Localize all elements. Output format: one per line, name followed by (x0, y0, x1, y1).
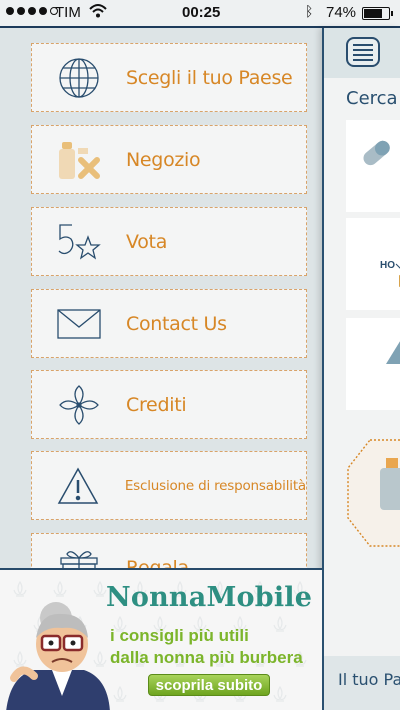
menu-item-label: Negozio (126, 148, 201, 171)
pill-icon (363, 140, 390, 166)
menu-item-label: Vota (126, 230, 168, 253)
granny-mascot-illustration (6, 602, 110, 710)
envelope-icon (57, 308, 101, 339)
signal-strength-icon (6, 7, 58, 15)
battery-percentage: 74% (326, 4, 357, 21)
bluetooth-icon: ᛒ (305, 3, 314, 19)
category-card[interactable]: HO (346, 218, 400, 310)
menu-item-credits[interactable]: Crediti (31, 370, 307, 439)
ad-banner[interactable]: NonnaMobile i consigli più utili dalla n… (0, 568, 322, 710)
wifi-icon (89, 4, 107, 18)
menu-item-label: Crediti (126, 393, 187, 416)
menu-item-disclaimer[interactable]: Esclusione di responsabilità (31, 451, 307, 520)
molecule-icon (395, 263, 400, 288)
status-bar: TIM 00:25 ᛒ 74% (0, 0, 400, 26)
menu-item-label: Scegli il tuo Paese (126, 66, 293, 89)
ad-tagline-line2: dalla nonna più burbera (110, 648, 303, 667)
menu-item-contact[interactable]: Contact Us (31, 289, 307, 358)
menu-item-country[interactable]: Scegli il tuo Paese (31, 43, 307, 112)
ad-brand-title: NonnaMobile (106, 582, 313, 613)
category-card[interactable] (346, 120, 400, 212)
country-footer[interactable]: Il tuo Paese (324, 656, 400, 710)
menu-item-rate[interactable]: Vota (31, 207, 307, 276)
pinwheel-icon (59, 384, 99, 425)
warning-icon (58, 466, 99, 504)
search-label[interactable]: Cerca (346, 88, 398, 109)
carrier-name: TIM (55, 4, 81, 21)
clock: 00:25 (182, 4, 221, 21)
menu-item-shop[interactable]: Negozio (31, 125, 307, 194)
bottle-icon (347, 439, 400, 547)
ad-cta-button[interactable]: scoprila subito (148, 674, 270, 696)
five-star-icon (58, 223, 101, 260)
globe-icon (59, 57, 99, 98)
menu-item-label: Contact Us (126, 312, 227, 335)
hamburger-menu-button[interactable] (346, 37, 380, 67)
menu-item-label: Esclusione di responsabilità (124, 477, 306, 494)
shapes-icon (386, 341, 400, 364)
country-footer-label: Il tuo Paese (338, 670, 400, 689)
ad-tagline-line1: i consigli più utili (110, 626, 249, 645)
shop-products-icon (59, 141, 100, 179)
battery-icon (362, 7, 393, 20)
top-bar (324, 28, 400, 78)
category-card[interactable] (346, 318, 400, 410)
main-content-peek[interactable]: Cerca HO Il tuo Paese (322, 28, 400, 710)
featured-product-badge[interactable] (346, 438, 400, 552)
